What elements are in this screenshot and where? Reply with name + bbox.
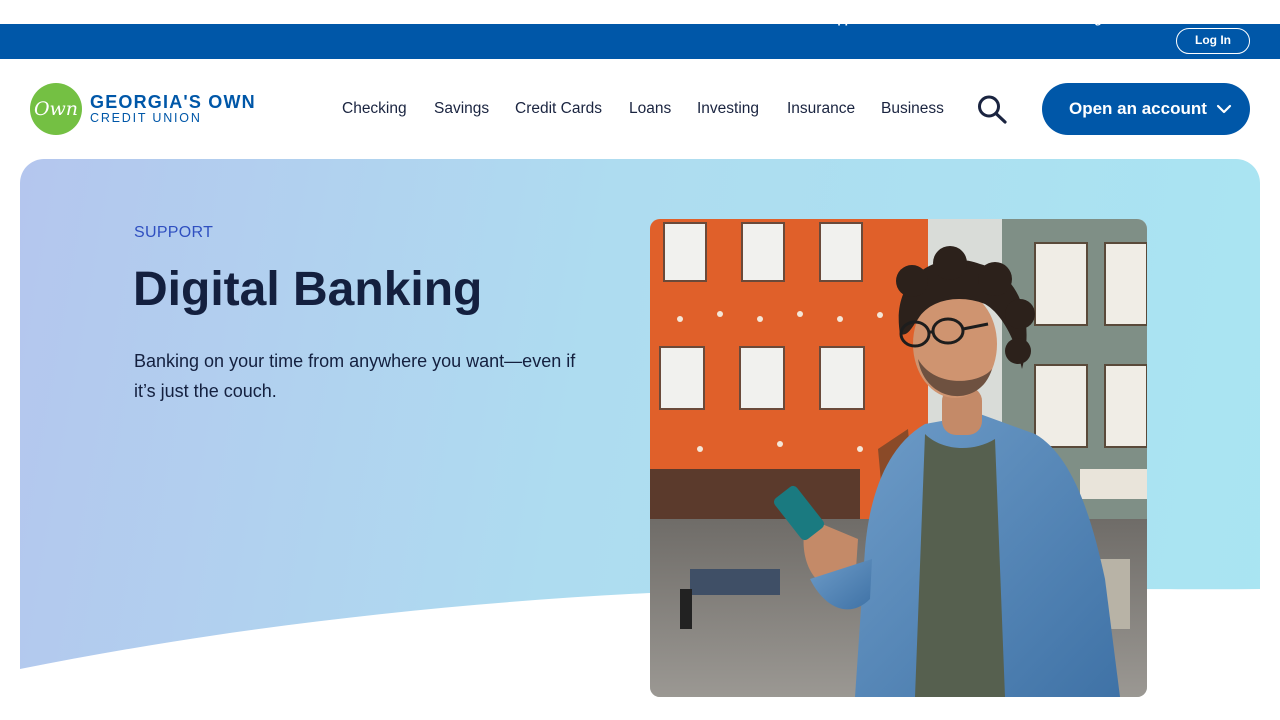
log-in-button[interactable]: Log In (1176, 28, 1250, 54)
utility-link-support[interactable]: Support (822, 12, 868, 26)
open-account-label: Open an account (1069, 99, 1207, 118)
logo-subname: CREDIT UNION (90, 111, 202, 125)
logo-name: GEORGIA'S OWN (90, 92, 256, 112)
utility-bar (0, 24, 1280, 59)
search-button[interactable] (974, 92, 1010, 126)
utility-link-contact-us[interactable]: Contact Us (889, 12, 952, 26)
nav-item-investing[interactable]: Investing (697, 100, 759, 118)
brand-logo[interactable]: Own GEORGIA'S OWN CREDIT UNION (30, 83, 290, 137)
hero-eyebrow: SUPPORT (134, 224, 214, 241)
open-account-button[interactable]: Open an account (1042, 83, 1250, 135)
utility-link-locations[interactable]: Locations (975, 12, 1032, 26)
utility-link-rates[interactable]: Rates (1123, 12, 1156, 26)
nav-item-checking[interactable]: Checking (342, 100, 407, 118)
utility-link-learning[interactable]: Learning (1051, 12, 1102, 26)
hero-subtitle: Banking on your time from anywhere you w… (134, 351, 576, 401)
logo-mark: Own (30, 83, 82, 135)
nav-item-savings[interactable]: Savings (434, 100, 489, 118)
nav-item-business[interactable]: Business (881, 100, 944, 118)
page-title: Digital Banking (133, 263, 483, 316)
nav-item-credit-cards[interactable]: Credit Cards (515, 100, 602, 118)
search-icon (978, 95, 1007, 124)
chevron-down-icon (1216, 104, 1232, 114)
hero-photo-illustration (650, 219, 1147, 697)
nav-item-loans[interactable]: Loans (629, 100, 671, 118)
hero-photo (650, 219, 1147, 697)
nav-item-insurance[interactable]: Insurance (787, 100, 855, 118)
